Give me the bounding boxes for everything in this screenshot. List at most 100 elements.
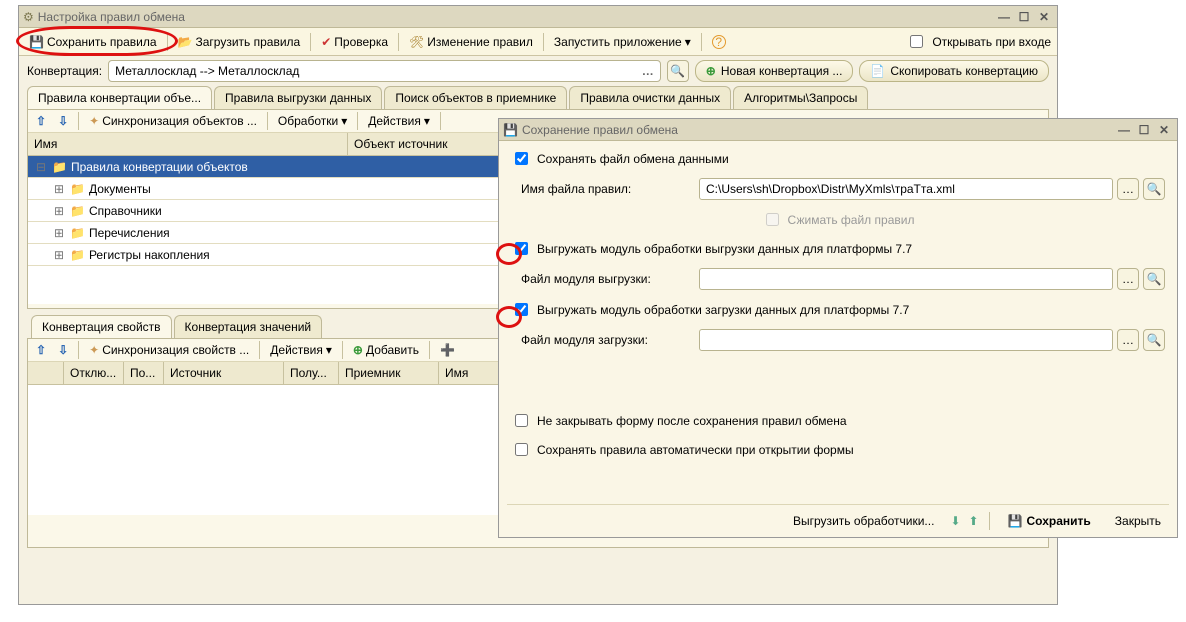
add-button[interactable]: ⊕ Добавить xyxy=(349,341,423,359)
expand-icon[interactable]: ⊞ xyxy=(52,226,66,240)
dont-close-checkbox[interactable] xyxy=(515,414,528,427)
save-rules-button[interactable]: 💾 Сохранить правила xyxy=(25,33,161,51)
download-module-browse[interactable]: … xyxy=(1117,329,1139,351)
chevron-down-icon: ▾ xyxy=(424,115,430,127)
new-conversion-button[interactable]: ⊕ Новая конвертация ... xyxy=(695,60,854,82)
close-dialog-button[interactable]: Закрыть xyxy=(1107,511,1169,531)
sync-objects-button[interactable]: ✦ Синхронизация объектов ... xyxy=(85,112,261,130)
open-on-enter-check[interactable]: Открывать при входе xyxy=(906,32,1051,51)
col-receiver[interactable]: Приемник xyxy=(339,362,439,384)
run-app-button[interactable]: Запустить приложение ▾ xyxy=(550,33,695,51)
import-icon[interactable]: ⬆ xyxy=(969,515,979,527)
arrow-down-icon: ⇩ xyxy=(58,115,68,127)
conversion-input[interactable]: Металлосклад --> Металлосклад … xyxy=(108,60,661,82)
export-download-module-label: Выгружать модуль обработки загрузки данн… xyxy=(537,303,909,317)
move-down-button[interactable]: ⇩ xyxy=(54,113,72,129)
plus-small-icon: ➕ xyxy=(440,344,455,356)
folder-icon: 📁 xyxy=(70,227,85,239)
close-button[interactable]: ✕ xyxy=(1035,9,1053,25)
export-download-module-checkbox[interactable] xyxy=(515,303,528,316)
open-on-enter-checkbox[interactable] xyxy=(910,35,923,48)
move-down-button[interactable]: ⇩ xyxy=(54,342,72,358)
col-disabled[interactable]: Отклю... xyxy=(64,362,124,384)
dialog-footer: Выгрузить обработчики... ⬇ ⬆ 💾 Сохранить… xyxy=(507,504,1169,531)
add-label: Добавить xyxy=(366,343,419,357)
col-po[interactable]: По... xyxy=(124,362,164,384)
conversion-ellipsis[interactable]: … xyxy=(642,64,654,78)
compress-file-checkbox xyxy=(766,213,779,226)
col-source2[interactable]: Источник xyxy=(164,362,284,384)
conversion-search-button[interactable]: 🔍 xyxy=(667,60,689,82)
rules-filename-browse[interactable]: … xyxy=(1117,178,1139,200)
tab-label: Конвертация свойств xyxy=(42,320,161,334)
tab-label: Алгоритмы\Запросы xyxy=(744,91,857,105)
minimize-button[interactable]: — xyxy=(1115,122,1133,138)
expand-icon[interactable]: ⊟ xyxy=(34,160,48,174)
upload-module-browse[interactable]: … xyxy=(1117,268,1139,290)
col-name[interactable]: Имя xyxy=(28,133,348,155)
rules-filename-search[interactable]: 🔍 xyxy=(1143,178,1165,200)
extra-button[interactable]: ➕ xyxy=(436,342,459,358)
move-up-button[interactable]: ⇧ xyxy=(32,342,50,358)
close-button[interactable]: ✕ xyxy=(1155,122,1173,138)
move-up-button[interactable]: ⇧ xyxy=(32,113,50,129)
tab-label: Правила выгрузки данных xyxy=(225,91,371,105)
dont-close-check[interactable]: Не закрывать форму после сохранения прав… xyxy=(511,411,1165,430)
copy-conversion-button[interactable]: 📄 Скопировать конвертацию xyxy=(859,60,1049,82)
processings-label: Обработки xyxy=(278,114,338,128)
tab-algorithms[interactable]: Алгоритмы\Запросы xyxy=(733,86,868,109)
maximize-button[interactable]: ☐ xyxy=(1135,122,1153,138)
export-upload-module-check[interactable]: Выгружать модуль обработки выгрузки данн… xyxy=(511,239,1165,258)
rules-filename-input[interactable] xyxy=(699,178,1113,200)
tab-upload-rules[interactable]: Правила выгрузки данных xyxy=(214,86,382,109)
autosave-label: Сохранять правила автоматически при откр… xyxy=(537,443,854,457)
close-dialog-label: Закрыть xyxy=(1115,514,1161,528)
tab-property-conversion[interactable]: Конвертация свойств xyxy=(31,315,172,338)
export-upload-module-checkbox[interactable] xyxy=(515,242,528,255)
tab-conversion-rules[interactable]: Правила конвертации объе... xyxy=(27,86,212,109)
minimize-button[interactable]: — xyxy=(995,9,1013,25)
expand-icon[interactable]: ⊞ xyxy=(52,248,66,262)
download-module-input[interactable] xyxy=(699,329,1113,351)
help-button[interactable]: ? xyxy=(708,33,730,51)
run-app-label: Запустить приложение xyxy=(554,35,682,49)
expand-icon[interactable]: ⊞ xyxy=(52,204,66,218)
save-button[interactable]: 💾 Сохранить xyxy=(1000,511,1099,531)
expand-icon[interactable]: ⊞ xyxy=(52,182,66,196)
copy-conversion-label: Скопировать конвертацию xyxy=(890,64,1038,78)
help-icon: ? xyxy=(712,35,726,49)
export-handlers-button[interactable]: Выгрузить обработчики... xyxy=(785,511,942,531)
tab-label: Поиск объектов в приемнике xyxy=(395,91,556,105)
modify-rules-button[interactable]: 🛠 Изменение правил xyxy=(405,33,537,51)
tree-root-label: Правила конвертации объектов xyxy=(71,160,248,174)
upload-module-input[interactable] xyxy=(699,268,1113,290)
compress-file-check[interactable]: Сжимать файл правил xyxy=(511,210,1165,229)
autosave-check[interactable]: Сохранять правила автоматически при откр… xyxy=(511,440,1165,459)
save-icon: 💾 xyxy=(503,124,518,136)
tab-search-objects[interactable]: Поиск объектов в приемнике xyxy=(384,86,567,109)
tree-item-label: Перечисления xyxy=(89,226,170,240)
tab-value-conversion[interactable]: Конвертация значений xyxy=(174,315,323,338)
folder-open-icon: 📂 xyxy=(178,36,193,48)
upload-module-search[interactable]: 🔍 xyxy=(1143,268,1165,290)
main-titlebar: ⚙ Настройка правил обмена — ☐ ✕ xyxy=(19,6,1057,28)
actions-button[interactable]: Действия ▾ xyxy=(364,112,434,130)
folder-icon: 📁 xyxy=(52,161,67,173)
tab-clean-rules[interactable]: Правила очистки данных xyxy=(569,86,731,109)
autosave-checkbox[interactable] xyxy=(515,443,528,456)
processings-button[interactable]: Обработки ▾ xyxy=(274,112,351,130)
load-rules-button[interactable]: 📂 Загрузить правила xyxy=(174,33,305,51)
col-polu[interactable]: Полу... xyxy=(284,362,339,384)
sync-props-button[interactable]: ✦ Синхронизация свойств ... xyxy=(85,341,253,359)
export-icon[interactable]: ⬇ xyxy=(950,515,960,527)
export-download-module-check[interactable]: Выгружать модуль обработки загрузки данн… xyxy=(511,300,1165,319)
save-exchange-file-check[interactable]: Сохранять файл обмена данными xyxy=(511,149,1165,168)
save-exchange-file-checkbox[interactable] xyxy=(515,152,528,165)
chevron-down-icon: ▾ xyxy=(685,36,691,48)
save-icon: 💾 xyxy=(1008,515,1023,527)
download-module-search[interactable]: 🔍 xyxy=(1143,329,1165,351)
actions2-button[interactable]: Действия ▾ xyxy=(266,341,336,359)
check-button[interactable]: ✔ Проверка xyxy=(317,33,392,51)
col-blank[interactable] xyxy=(28,362,64,384)
maximize-button[interactable]: ☐ xyxy=(1015,9,1033,25)
